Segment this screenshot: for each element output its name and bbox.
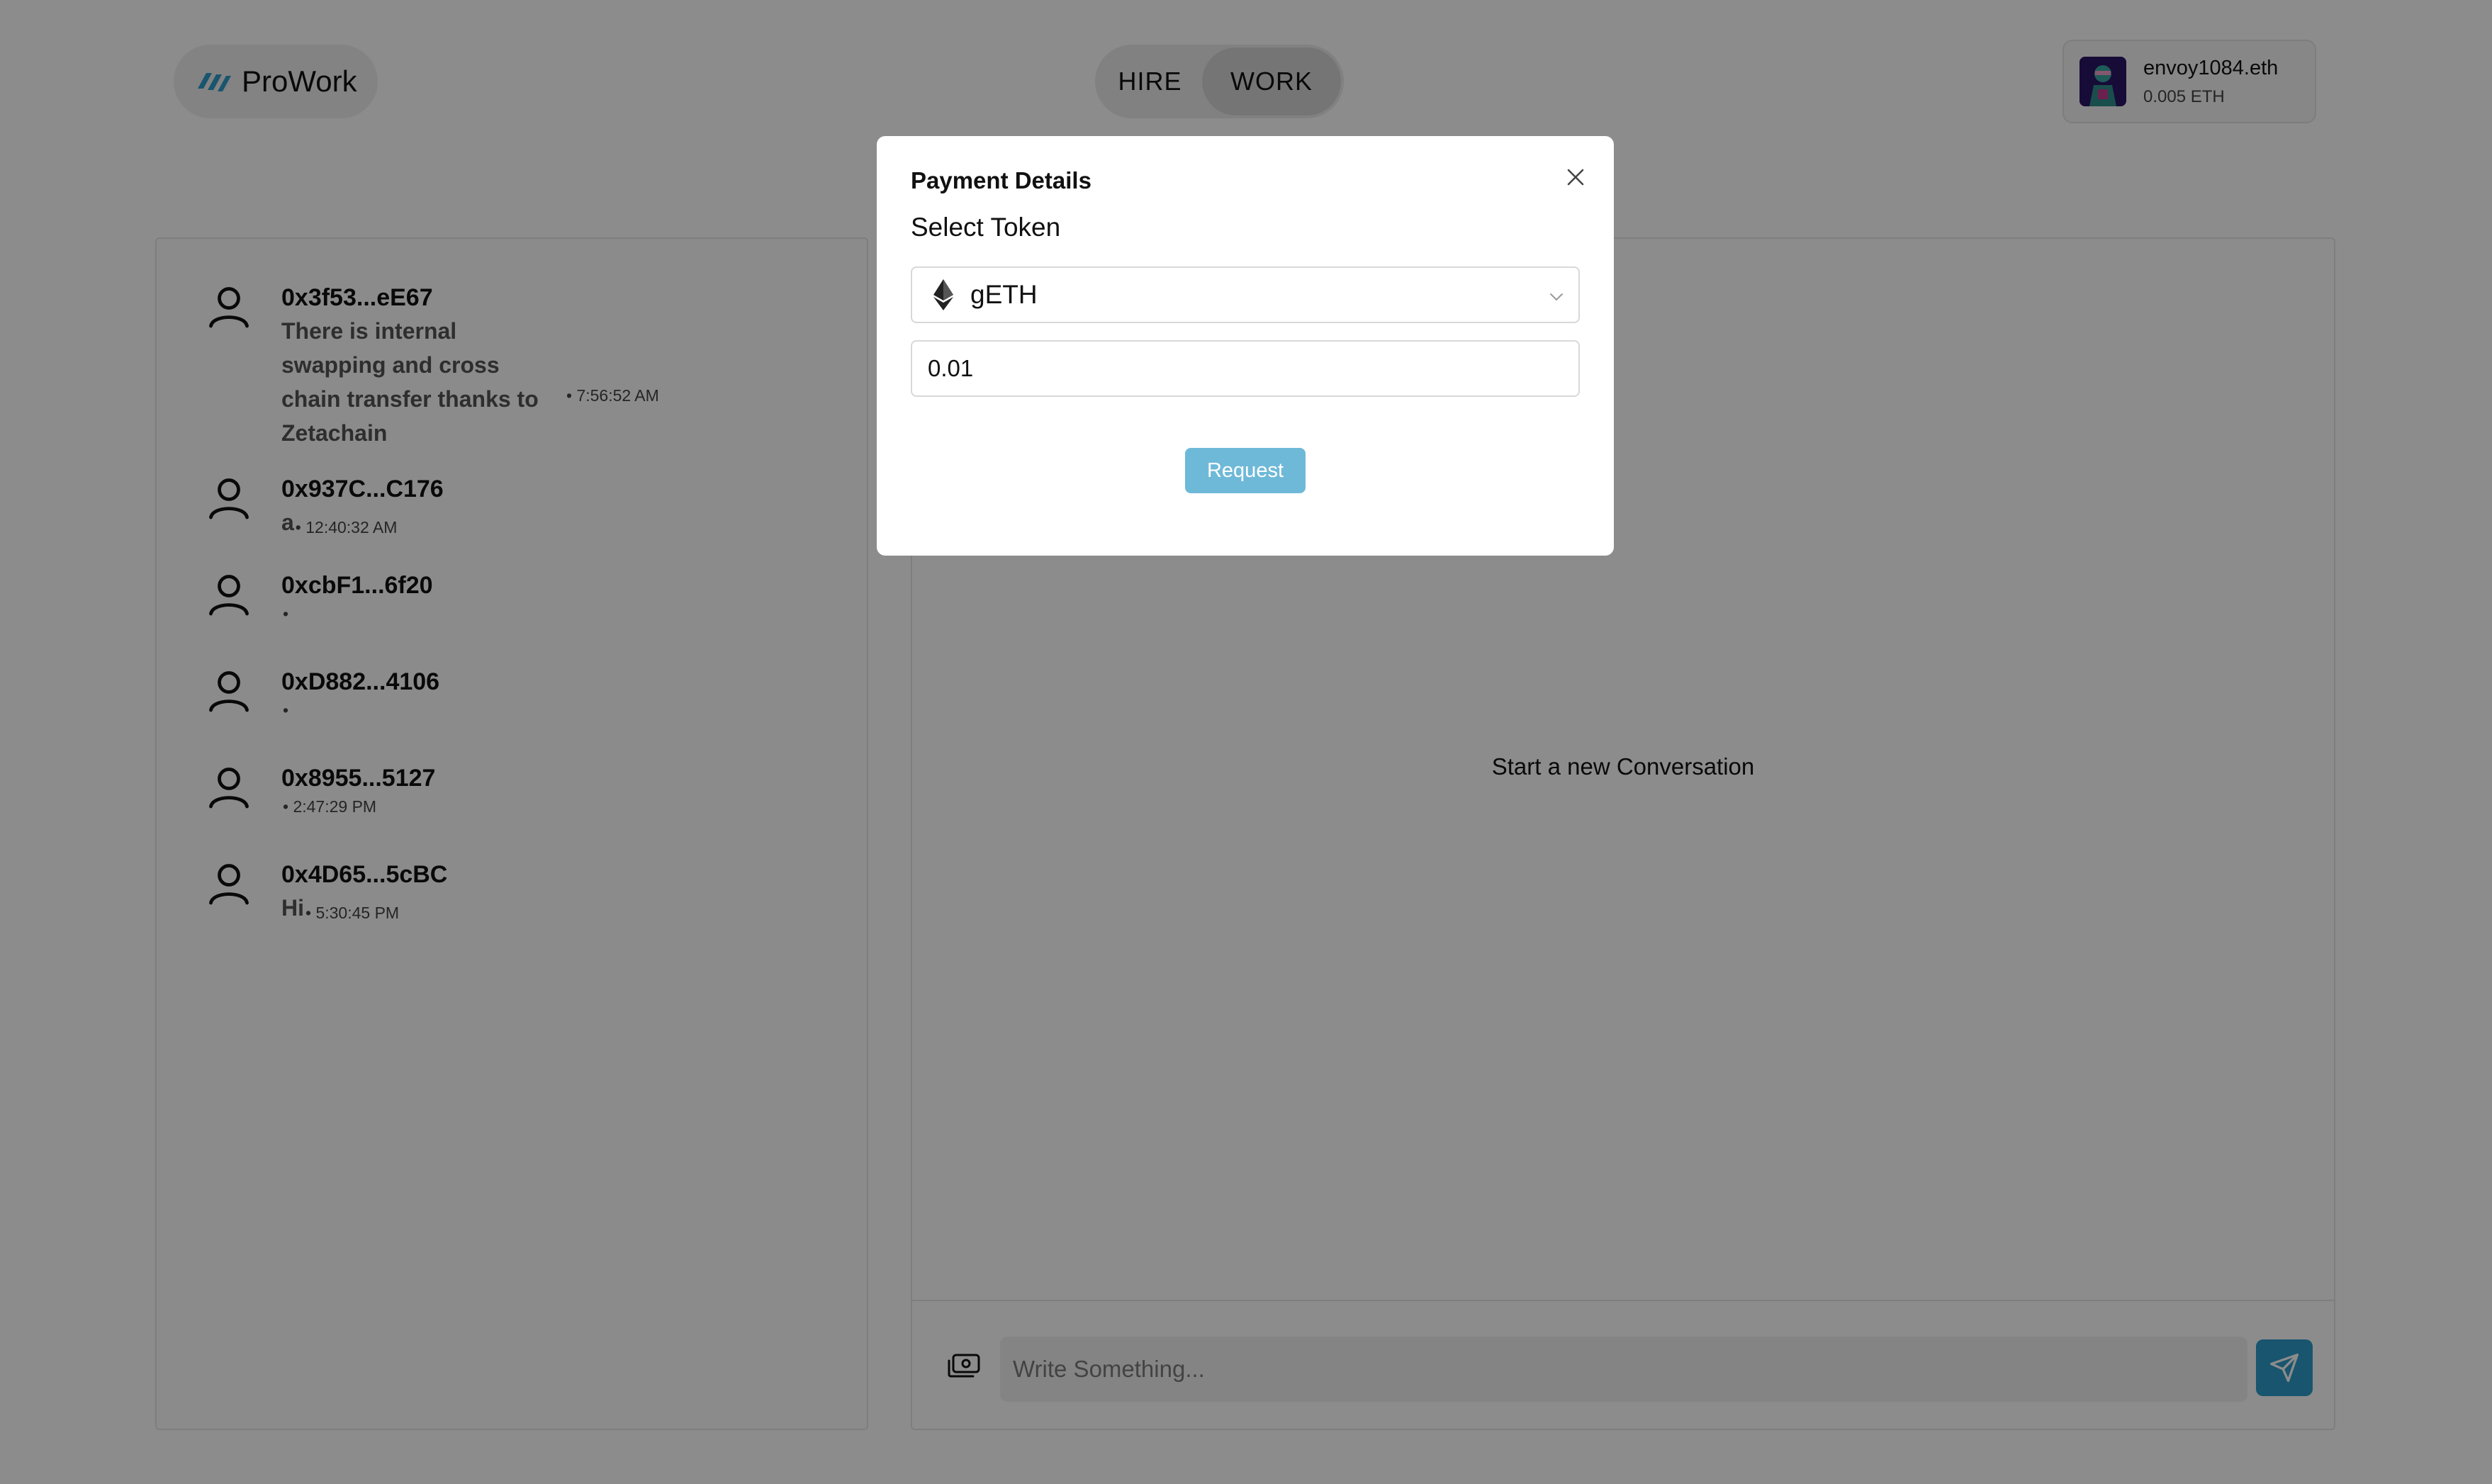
select-token-label: Select Token (911, 213, 1061, 242)
token-select[interactable]: gETH (911, 266, 1580, 323)
ethereum-icon (933, 279, 953, 310)
selected-token: gETH (970, 280, 1038, 309)
chevron-down-icon (1550, 293, 1563, 301)
modal-title: Payment Details (911, 167, 1091, 193)
payment-modal: Payment Details Select Token gETH Reques… (877, 136, 1614, 556)
amount-input[interactable] (911, 340, 1580, 397)
close-icon[interactable] (1561, 163, 1590, 191)
page: ProWork HIRE WORK envoy1084.eth 0.005 ET… (0, 0, 2492, 1484)
request-button[interactable]: Request (1185, 448, 1306, 493)
